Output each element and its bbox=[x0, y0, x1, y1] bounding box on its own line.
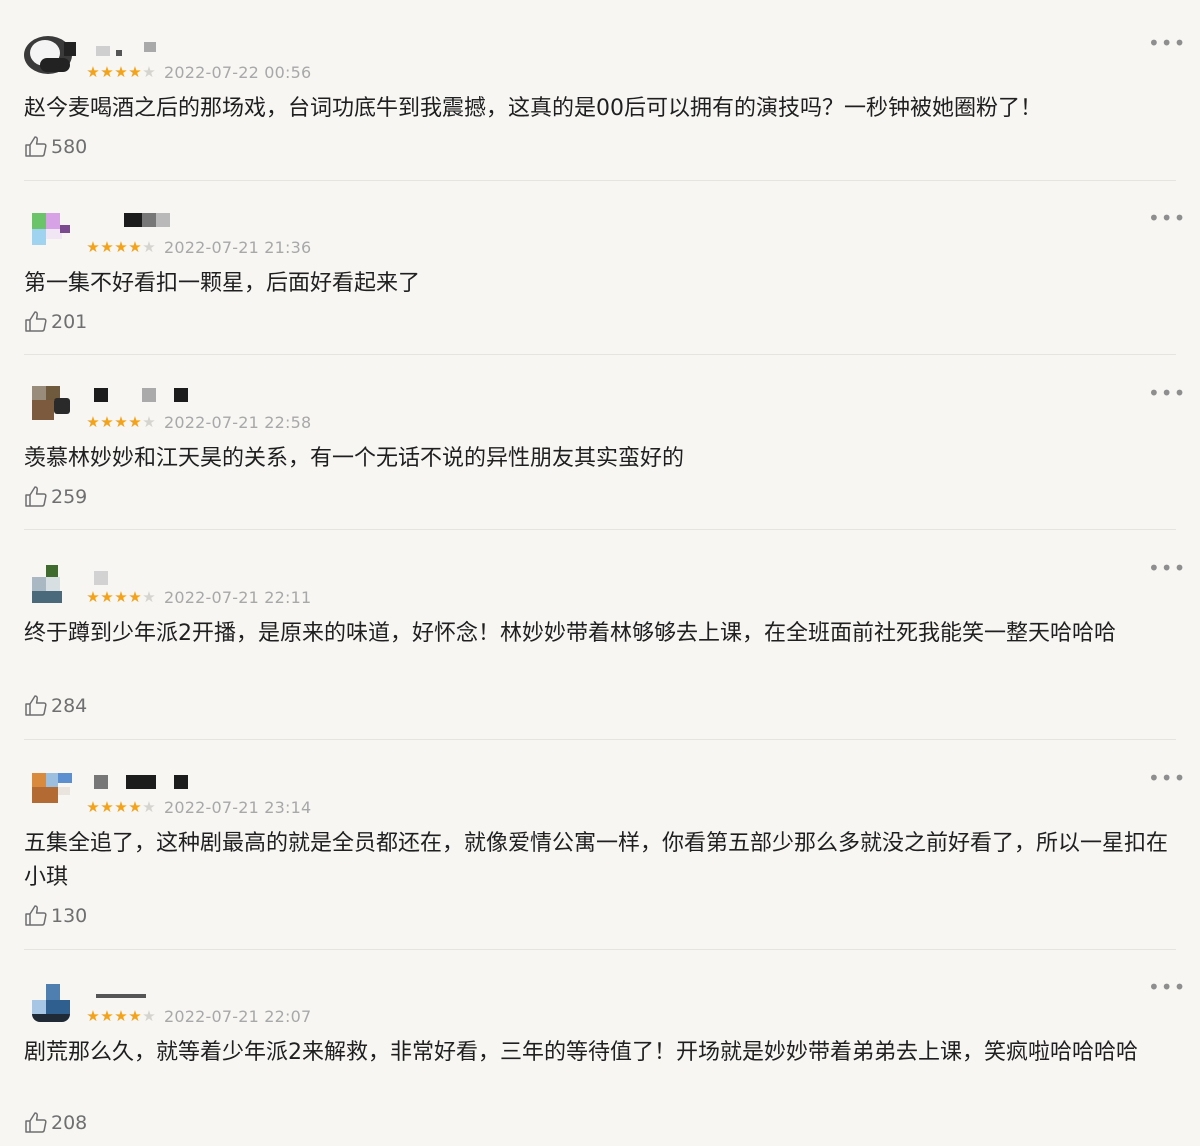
username-blurred bbox=[64, 38, 198, 56]
review-item: ★ ★ ★ ★ ★ 2022-07-22 00:56 ••• 赵今麦喝酒之后的那场戏，台… bbox=[0, 0, 1200, 182]
review-date: 2022-07-21 22:07 bbox=[164, 1006, 312, 1026]
like-button[interactable]: 208 bbox=[24, 1110, 87, 1136]
thumbs-up-icon bbox=[25, 905, 47, 926]
star-filled-icon: ★ bbox=[128, 413, 142, 431]
username-blurred bbox=[88, 563, 198, 585]
username-blurred bbox=[88, 213, 198, 229]
review-item: ★ ★ ★ ★ ★ 2022-07-21 23:14 ••• 五集全追了，这种剧最高的就… bbox=[0, 735, 1200, 950]
review-list: ★ ★ ★ ★ ★ 2022-07-22 00:56 ••• 赵今麦喝酒之后的那场戏，台… bbox=[0, 0, 1200, 1146]
like-button[interactable]: 259 bbox=[24, 484, 87, 510]
star-rating: ★ ★ ★ ★ ★ bbox=[86, 64, 156, 80]
star-filled-icon: ★ bbox=[86, 1007, 100, 1025]
star-filled-icon: ★ bbox=[128, 1007, 142, 1025]
review-text: 羡慕林妙妙和江天昊的关系，有一个无话不说的异性朋友其实蛮好的 bbox=[24, 446, 685, 471]
star-filled-icon: ★ bbox=[128, 63, 142, 81]
star-filled-icon: ★ bbox=[100, 798, 114, 816]
avatar[interactable] bbox=[24, 34, 80, 80]
avatar[interactable] bbox=[24, 769, 80, 815]
review-text: 终于蹲到少年派2开播，是原来的味道，好怀念！林妙妙带着林够够去上课，在全班面前社… bbox=[24, 621, 1117, 646]
avatar[interactable] bbox=[24, 559, 80, 605]
star-filled-icon: ★ bbox=[114, 798, 128, 816]
like-button[interactable]: 284 bbox=[24, 693, 87, 719]
star-empty-icon: ★ bbox=[142, 1007, 156, 1025]
review-date: 2022-07-21 23:14 bbox=[164, 797, 312, 817]
review-date: 2022-07-21 22:11 bbox=[164, 587, 312, 607]
like-count: 259 bbox=[51, 486, 88, 508]
thumbs-up-icon bbox=[25, 1112, 47, 1133]
star-filled-icon: ★ bbox=[86, 588, 100, 606]
avatar[interactable] bbox=[24, 978, 80, 1024]
review-item: ★ ★ ★ ★ ★ 2022-07-21 21:36 ••• 第一集不好看扣一颗星，后面… bbox=[0, 175, 1200, 355]
star-rating: ★ ★ ★ ★ ★ bbox=[86, 414, 156, 430]
rating-row: ★ ★ ★ ★ ★ 2022-07-21 21:36 bbox=[86, 235, 311, 259]
like-count: 201 bbox=[51, 311, 88, 333]
review-text: 五集全追了，这种剧最高的就是全员都还在，就像爱情公寓一样，你看第五部少那么多就没… bbox=[24, 831, 1169, 890]
review-date: 2022-07-21 22:58 bbox=[164, 412, 312, 432]
like-count: 208 bbox=[51, 1112, 88, 1134]
avatar[interactable] bbox=[24, 384, 80, 430]
like-count: 130 bbox=[51, 905, 88, 927]
star-filled-icon: ★ bbox=[86, 413, 100, 431]
more-dots-icon[interactable]: ••• bbox=[1148, 977, 1185, 997]
star-filled-icon: ★ bbox=[100, 413, 114, 431]
star-filled-icon: ★ bbox=[86, 798, 100, 816]
rating-row: ★ ★ ★ ★ ★ 2022-07-21 23:14 bbox=[86, 795, 311, 819]
username-blurred bbox=[88, 388, 198, 404]
star-filled-icon: ★ bbox=[128, 238, 142, 256]
rating-row: ★ ★ ★ ★ ★ 2022-07-22 00:56 bbox=[86, 60, 311, 84]
star-empty-icon: ★ bbox=[142, 413, 156, 431]
thumbs-up-icon bbox=[25, 695, 47, 716]
like-button[interactable]: 130 bbox=[24, 903, 87, 929]
username-blurred bbox=[88, 773, 198, 789]
review-date: 2022-07-22 00:56 bbox=[164, 62, 312, 82]
star-empty-icon: ★ bbox=[142, 63, 156, 81]
star-filled-icon: ★ bbox=[100, 588, 114, 606]
star-filled-icon: ★ bbox=[86, 238, 100, 256]
star-filled-icon: ★ bbox=[114, 238, 128, 256]
rating-row: ★ ★ ★ ★ ★ 2022-07-21 22:58 bbox=[86, 410, 311, 434]
review-date: 2022-07-21 21:36 bbox=[164, 237, 312, 257]
rating-row: ★ ★ ★ ★ ★ 2022-07-21 22:11 bbox=[86, 585, 311, 609]
review-text: 赵今麦喝酒之后的那场戏，台词功底牛到我震撼，这真的是00后可以拥有的演技吗？一秒… bbox=[24, 96, 1042, 121]
star-filled-icon: ★ bbox=[100, 63, 114, 81]
star-empty-icon: ★ bbox=[142, 588, 156, 606]
star-filled-icon: ★ bbox=[100, 1007, 114, 1025]
review-text: 剧荒那么久，就等着少年派2来解救，非常好看，三年的等待值了！开场就是妙妙带着弟弟… bbox=[24, 1040, 1139, 1065]
star-rating: ★ ★ ★ ★ ★ bbox=[86, 239, 156, 255]
star-filled-icon: ★ bbox=[114, 63, 128, 81]
like-button[interactable]: 201 bbox=[24, 309, 87, 335]
more-dots-icon[interactable]: ••• bbox=[1148, 558, 1185, 578]
thumbs-up-icon bbox=[25, 486, 47, 507]
star-rating: ★ ★ ★ ★ ★ bbox=[86, 799, 156, 815]
star-filled-icon: ★ bbox=[114, 413, 128, 431]
review-item: ★ ★ ★ ★ ★ 2022-07-21 22:07 ••• 剧荒那么久，就等着少年派2… bbox=[0, 944, 1200, 1146]
review-item: ★ ★ ★ ★ ★ 2022-07-21 22:11 ••• 终于蹲到少年派2开播，是原… bbox=[0, 525, 1200, 740]
rating-row: ★ ★ ★ ★ ★ 2022-07-21 22:07 bbox=[86, 1004, 311, 1028]
like-count: 284 bbox=[51, 695, 88, 717]
star-filled-icon: ★ bbox=[128, 798, 142, 816]
star-filled-icon: ★ bbox=[114, 588, 128, 606]
username-blurred bbox=[88, 982, 198, 998]
more-dots-icon[interactable]: ••• bbox=[1148, 768, 1185, 788]
thumbs-up-icon bbox=[25, 311, 47, 332]
thumbs-up-icon bbox=[25, 136, 47, 157]
star-filled-icon: ★ bbox=[114, 1007, 128, 1025]
star-rating: ★ ★ ★ ★ ★ bbox=[86, 1008, 156, 1024]
star-filled-icon: ★ bbox=[86, 63, 100, 81]
star-empty-icon: ★ bbox=[142, 238, 156, 256]
avatar[interactable] bbox=[24, 209, 80, 255]
more-dots-icon[interactable]: ••• bbox=[1148, 383, 1185, 403]
star-filled-icon: ★ bbox=[100, 238, 114, 256]
review-text: 第一集不好看扣一颗星，后面好看起来了 bbox=[24, 271, 421, 296]
star-filled-icon: ★ bbox=[128, 588, 142, 606]
more-dots-icon[interactable]: ••• bbox=[1148, 33, 1185, 53]
like-button[interactable]: 580 bbox=[24, 134, 87, 160]
star-empty-icon: ★ bbox=[142, 798, 156, 816]
like-count: 580 bbox=[51, 136, 88, 158]
more-dots-icon[interactable]: ••• bbox=[1148, 208, 1185, 228]
review-item: ★ ★ ★ ★ ★ 2022-07-21 22:58 ••• 羡慕林妙妙和江天昊的关系，… bbox=[0, 350, 1200, 530]
star-rating: ★ ★ ★ ★ ★ bbox=[86, 589, 156, 605]
